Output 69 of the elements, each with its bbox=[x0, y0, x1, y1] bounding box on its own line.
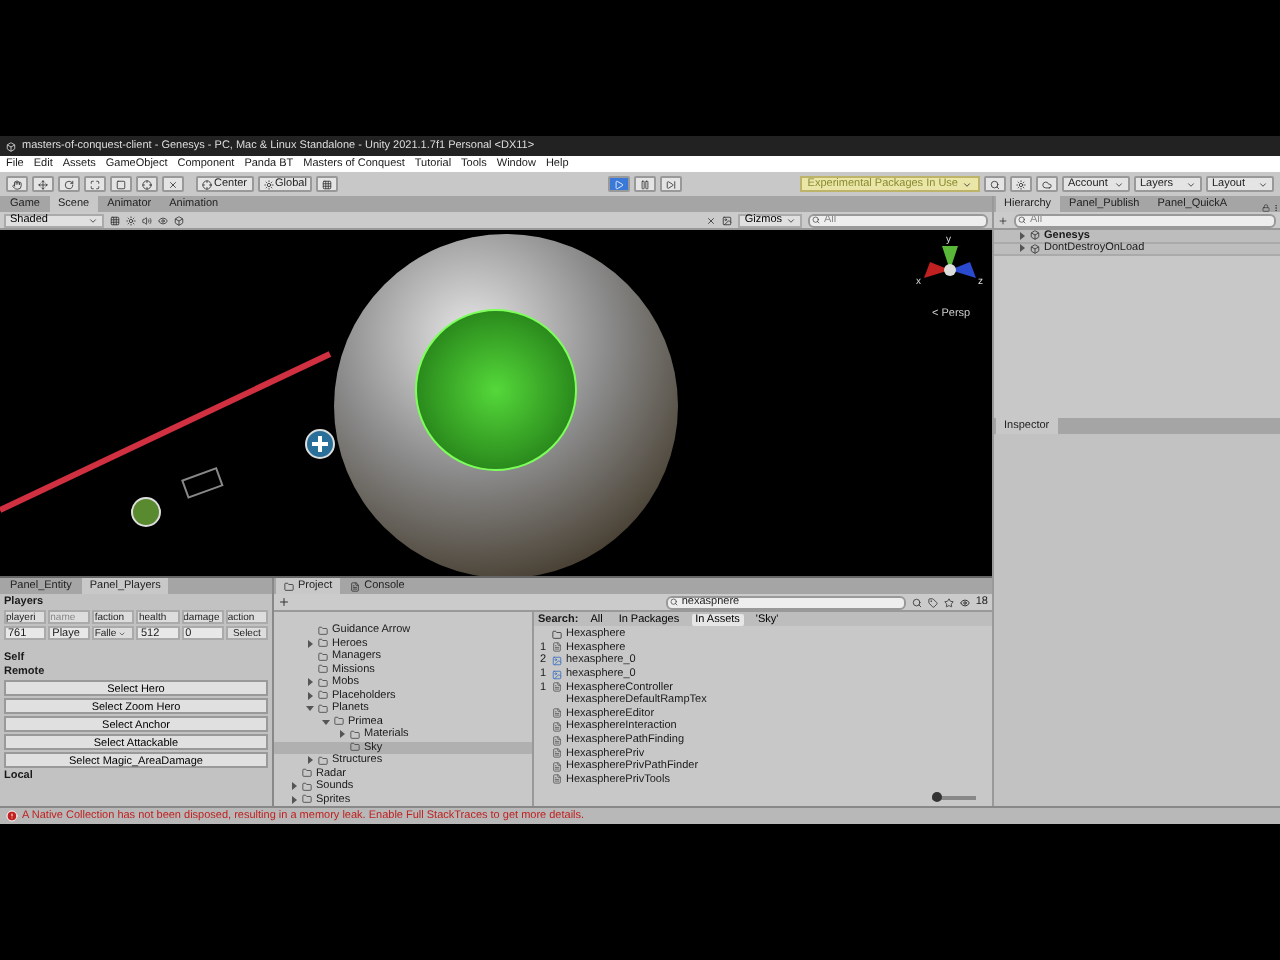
folder-icon bbox=[284, 581, 294, 591]
tool-button[interactable] bbox=[162, 176, 184, 192]
play-icon bbox=[613, 179, 624, 189]
step-icon bbox=[665, 179, 676, 189]
caret-icon bbox=[786, 215, 796, 225]
play-button[interactable] bbox=[607, 176, 630, 192]
pause-button[interactable] bbox=[633, 176, 656, 192]
search-icon bbox=[1018, 216, 1026, 224]
cloud-button[interactable] bbox=[1036, 176, 1058, 192]
gear-icon bbox=[263, 179, 274, 189]
eye-icon[interactable] bbox=[959, 597, 970, 607]
axis-gizmo bbox=[924, 246, 976, 278]
console-icon bbox=[350, 581, 361, 591]
search-icon bbox=[990, 179, 1000, 189]
file-icon bbox=[552, 642, 562, 653]
tag-icon[interactable] bbox=[927, 597, 938, 607]
sun-button[interactable] bbox=[1010, 176, 1032, 192]
tool-button[interactable] bbox=[58, 176, 80, 192]
crosshair-icon bbox=[142, 179, 152, 189]
tool-button[interactable] bbox=[110, 176, 132, 192]
collapsed-arrow-icon[interactable] bbox=[306, 756, 314, 765]
tool-button[interactable] bbox=[84, 176, 106, 192]
caret-icon bbox=[1186, 179, 1196, 189]
folder-icon bbox=[334, 716, 344, 727]
tool-button[interactable] bbox=[6, 176, 28, 192]
search-icon[interactable] bbox=[911, 597, 922, 607]
caret-icon bbox=[1258, 179, 1268, 189]
caret-icon bbox=[962, 179, 972, 189]
collapsed-arrow-icon[interactable] bbox=[306, 639, 314, 648]
image-icon bbox=[552, 669, 562, 680]
sun-icon bbox=[1016, 179, 1026, 189]
folder-icon bbox=[552, 629, 562, 640]
scene-toggle-icon[interactable] bbox=[126, 215, 136, 225]
rect-icon bbox=[116, 179, 126, 189]
marker-icon bbox=[305, 429, 335, 459]
search-button[interactable] bbox=[984, 176, 1006, 192]
caret-icon bbox=[88, 215, 98, 225]
pivot-icon bbox=[202, 179, 212, 189]
scene-toggle-icon[interactable] bbox=[158, 215, 168, 225]
cloud-icon bbox=[1042, 179, 1052, 189]
lock-icon[interactable] bbox=[1262, 204, 1270, 212]
rotate-icon bbox=[64, 179, 74, 189]
scene-toggle-icon[interactable] bbox=[142, 215, 152, 225]
scene-toggle-icon[interactable] bbox=[174, 215, 184, 225]
folder-icon bbox=[318, 755, 328, 766]
image-icon bbox=[552, 655, 562, 666]
caret-icon bbox=[1114, 179, 1124, 189]
error-icon bbox=[6, 810, 18, 822]
app-icon bbox=[6, 141, 16, 151]
add-icon[interactable] bbox=[998, 215, 1008, 225]
tile-outline bbox=[181, 467, 224, 499]
file-icon bbox=[552, 682, 562, 693]
scene-toggle-icon[interactable] bbox=[110, 215, 120, 225]
collapsed-arrow-icon[interactable] bbox=[338, 730, 346, 739]
search-icon bbox=[812, 216, 820, 224]
tool-button[interactable] bbox=[136, 176, 158, 192]
marker-icon bbox=[131, 497, 161, 527]
grid-icon bbox=[322, 179, 333, 189]
scale-icon bbox=[90, 179, 100, 189]
icon-size-slider-thumb[interactable] bbox=[931, 792, 942, 802]
hand-icon bbox=[12, 179, 22, 189]
star-icon[interactable] bbox=[943, 597, 954, 607]
pause-icon bbox=[639, 179, 650, 189]
snap-button[interactable] bbox=[316, 176, 339, 192]
search-icon bbox=[669, 598, 678, 606]
tool-button[interactable] bbox=[32, 176, 54, 192]
add-icon[interactable] bbox=[278, 596, 290, 608]
move-icon bbox=[38, 179, 48, 189]
step-button[interactable] bbox=[659, 176, 682, 192]
